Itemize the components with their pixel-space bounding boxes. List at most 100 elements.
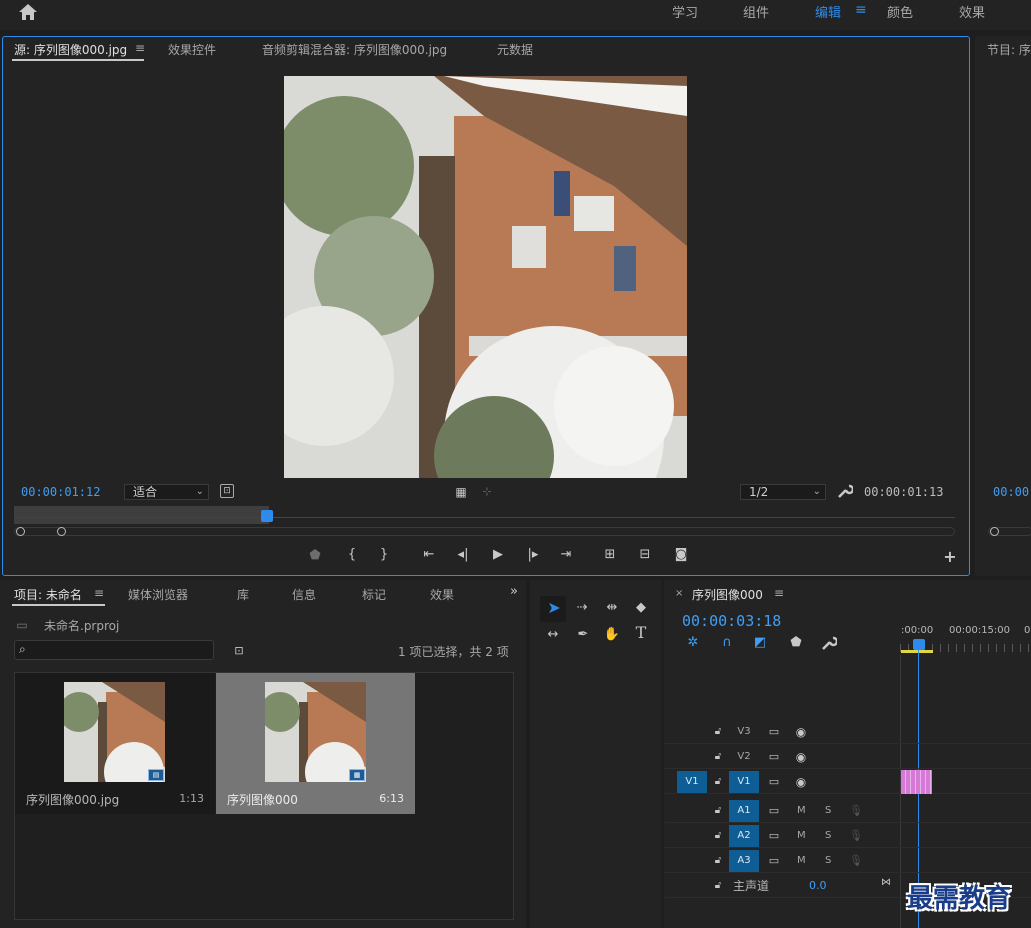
track-select-tool-icon[interactable]: ⇢: [572, 600, 592, 616]
nest-toggle-icon[interactable]: ✲: [685, 635, 701, 651]
timeline-playhead-timecode[interactable]: 00:00:03:18: [682, 612, 781, 630]
go-to-in-icon[interactable]: ⇤: [420, 547, 438, 563]
tab-metadata[interactable]: 元数据: [497, 41, 533, 58]
work-area-bar[interactable]: [901, 650, 933, 653]
step-back-icon[interactable]: ◂|: [455, 547, 471, 563]
lock-icon[interactable]: 🔓︎: [712, 853, 724, 869]
sync-lock-icon[interactable]: ▭: [767, 803, 781, 819]
selection-tool-icon[interactable]: ➤: [545, 600, 563, 618]
zoom-handle-left[interactable]: [16, 527, 25, 536]
add-marker-icon[interactable]: ⬟: [308, 548, 322, 564]
go-to-out-icon[interactable]: ⇥: [557, 547, 575, 563]
tab-sequence[interactable]: 序列图像000: [692, 586, 763, 603]
mark-out-icon[interactable]: }: [377, 547, 391, 563]
source-time-ruler[interactable]: [14, 506, 269, 524]
insert-icon[interactable]: ⊞: [600, 547, 620, 563]
zoom-handle-right[interactable]: [57, 527, 66, 536]
lock-icon[interactable]: 🔓︎: [712, 878, 724, 894]
tab-info[interactable]: 信息: [292, 586, 316, 603]
tab-media-browser[interactable]: 媒体浏览器: [128, 586, 188, 603]
sync-lock-icon[interactable]: ▭: [767, 774, 781, 790]
tab-source[interactable]: 源: 序列图像000.jpg: [14, 41, 127, 58]
workspace-tab-learn[interactable]: 学习: [672, 2, 698, 21]
lock-icon[interactable]: 🔓︎: [712, 803, 724, 819]
lock-icon[interactable]: 🔓︎: [712, 749, 724, 765]
tab-libraries[interactable]: 库: [237, 586, 249, 603]
close-tab-icon[interactable]: ×: [675, 588, 683, 599]
timeline-settings-wrench-icon[interactable]: [821, 635, 839, 656]
slip-tool-icon[interactable]: ↔: [542, 627, 564, 643]
microphone-icon[interactable]: 🎙︎: [849, 853, 863, 869]
source-playhead-timecode[interactable]: 00:00:01:12: [21, 485, 100, 499]
sync-lock-icon[interactable]: ▭: [767, 749, 781, 765]
track-target-v3[interactable]: V3: [729, 721, 759, 743]
new-search-bin-icon[interactable]: ⊡: [231, 643, 247, 657]
sync-lock-icon[interactable]: ▭: [767, 724, 781, 740]
drag-video-icon[interactable]: ▦: [455, 484, 467, 499]
project-item-tile[interactable]: ▤ 序列图像000.jpg 1:13: [15, 673, 215, 814]
mute-button[interactable]: M: [797, 855, 806, 866]
snap-magnet-icon[interactable]: ∩: [719, 635, 735, 651]
more-tabs-icon[interactable]: »: [510, 584, 518, 599]
track-target-a2[interactable]: A2: [729, 825, 759, 847]
drag-audio-icon[interactable]: ⊹: [480, 484, 494, 498]
eye-icon[interactable]: ◉: [794, 774, 808, 790]
microphone-icon[interactable]: 🎙︎: [849, 803, 863, 819]
play-icon[interactable]: ▶: [490, 547, 506, 563]
solo-button[interactable]: S: [825, 830, 831, 841]
workspace-tab-color[interactable]: 颜色: [887, 2, 913, 21]
add-button-icon[interactable]: +: [943, 549, 957, 565]
track-target-v1[interactable]: V1: [729, 771, 759, 793]
lock-icon[interactable]: 🔓︎: [712, 828, 724, 844]
workspace-tab-assembly[interactable]: 组件: [743, 2, 769, 21]
program-zoom-handle[interactable]: [990, 527, 999, 536]
source-playhead[interactable]: [261, 510, 273, 522]
insert-settings-icon[interactable]: ⊡: [220, 484, 234, 498]
type-tool-icon[interactable]: T: [632, 625, 650, 641]
pen-tool-icon[interactable]: ✒: [574, 627, 592, 643]
solo-button[interactable]: S: [825, 805, 831, 816]
wrench-icon[interactable]: [837, 483, 855, 499]
go-to-edit-point-icon[interactable]: ⋈: [879, 875, 893, 891]
workspace-tab-effects[interactable]: 效果: [959, 2, 985, 21]
home-icon[interactable]: [18, 3, 38, 23]
overwrite-icon[interactable]: ⊟: [635, 547, 655, 563]
source-patch-v1[interactable]: V1: [677, 771, 707, 793]
tab-effects[interactable]: 效果: [430, 586, 454, 603]
tab-effect-controls[interactable]: 效果控件: [168, 41, 216, 58]
step-forward-icon[interactable]: |▸: [525, 547, 541, 563]
panel-menu-icon[interactable]: ≡: [135, 41, 145, 55]
export-frame-icon[interactable]: ◙: [672, 547, 690, 563]
track-target-a1[interactable]: A1: [729, 800, 759, 822]
solo-button[interactable]: S: [825, 855, 831, 866]
search-input[interactable]: ⌕: [14, 640, 214, 660]
linked-selection-icon[interactable]: ◩: [752, 635, 768, 651]
track-target-v2[interactable]: V2: [729, 746, 759, 768]
timeline-clip[interactable]: [901, 770, 932, 794]
zoom-scrollbar-track[interactable]: [14, 527, 955, 536]
lock-icon[interactable]: 🔓︎: [712, 774, 724, 790]
timeline-playhead-head[interactable]: [913, 639, 925, 650]
panel-menu-icon[interactable]: ≡: [94, 586, 104, 600]
tab-project[interactable]: 项目: 未命名: [14, 586, 82, 603]
project-item-tile-selected[interactable]: ▦ 序列图像000 6:13: [216, 673, 415, 814]
microphone-icon[interactable]: 🎙︎: [849, 828, 863, 844]
tab-markers[interactable]: 标记: [362, 586, 386, 603]
program-timecode[interactable]: 00:00: [993, 485, 1029, 499]
sync-lock-icon[interactable]: ▭: [767, 828, 781, 844]
razor-tool-icon[interactable]: ◆: [632, 600, 650, 616]
mute-button[interactable]: M: [797, 830, 806, 841]
workspace-tab-editing[interactable]: 编辑: [815, 2, 841, 21]
mark-in-icon[interactable]: {: [345, 547, 359, 563]
playback-resolution-select[interactable]: 1/2 ⌄: [740, 484, 826, 500]
master-volume-value[interactable]: 0.0: [809, 879, 827, 892]
lock-icon[interactable]: 🔓︎: [712, 724, 724, 740]
eye-icon[interactable]: ◉: [794, 749, 808, 765]
eye-icon[interactable]: ◉: [794, 724, 808, 740]
hand-tool-icon[interactable]: ✋: [602, 627, 622, 643]
workspace-menu-icon[interactable]: ≡: [855, 2, 867, 18]
track-target-a3[interactable]: A3: [729, 850, 759, 872]
zoom-fit-select[interactable]: 适合 ⌄: [124, 484, 209, 500]
sync-lock-icon[interactable]: ▭: [767, 853, 781, 869]
tab-audio-clip-mixer[interactable]: 音频剪辑混合器: 序列图像000.jpg: [262, 41, 447, 58]
